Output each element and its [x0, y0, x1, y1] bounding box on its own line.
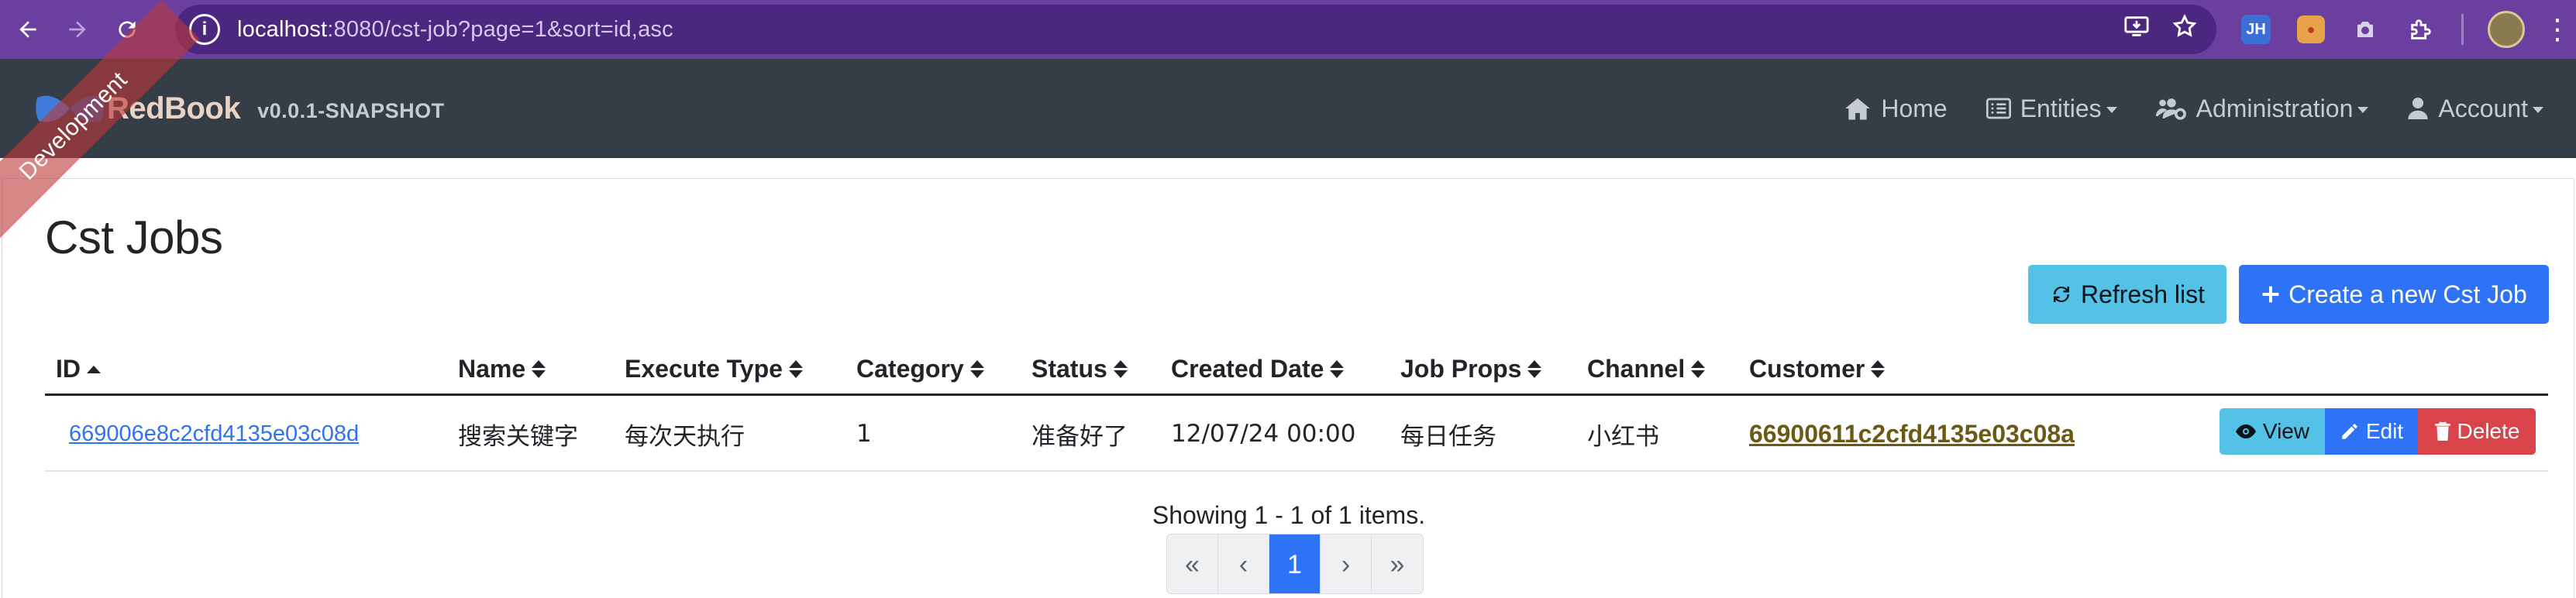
nav-entities[interactable]: Entities: [1985, 94, 2117, 123]
eye-icon: [2235, 424, 2257, 439]
forward-button[interactable]: [56, 8, 99, 51]
refresh-list-button[interactable]: Refresh list: [2028, 265, 2226, 324]
trash-icon: [2434, 421, 2451, 442]
nav-account-label: Account: [2438, 94, 2528, 122]
view-label: View: [2262, 419, 2310, 443]
home-icon: [1844, 96, 1872, 121]
sort-icon: [788, 360, 803, 378]
sort-icon: [1871, 360, 1886, 378]
redbook-extension-icon[interactable]: ●: [2297, 15, 2325, 43]
user-icon: [2407, 96, 2429, 121]
profile-avatar[interactable]: [2488, 11, 2525, 48]
plus-icon: [2261, 284, 2281, 304]
extensions-puzzle-icon[interactable]: [2399, 8, 2443, 51]
sync-icon: [2050, 283, 2073, 306]
column-header-status[interactable]: Status: [1031, 355, 1128, 383]
cell-execute-type: 每次天执行: [625, 422, 745, 451]
install-app-icon[interactable]: [2123, 13, 2150, 46]
sort-icon: [1527, 360, 1542, 378]
pagination-page-1[interactable]: 1: [1269, 534, 1321, 593]
main-content: Cst Jobs Refresh list Create a new Cst J…: [2, 178, 2574, 598]
nav-administration-label: Administration: [2195, 94, 2354, 122]
column-header-customer[interactable]: Customer: [1749, 355, 1886, 383]
version-label: v0.0.1-SNAPSHOT: [257, 98, 445, 122]
sort-icon: [1113, 360, 1128, 378]
pagination-first[interactable]: «: [1167, 534, 1218, 593]
table-row: 669006e8c2cfd4135e03c08d 搜索关键字 每次天执行 1 准…: [45, 396, 2548, 472]
column-header-channel[interactable]: Channel: [1587, 355, 1706, 383]
browser-menu-icon[interactable]: ⋮: [2543, 11, 2571, 48]
cell-category: 1: [856, 420, 872, 448]
edit-label: Edit: [2365, 419, 2404, 443]
arrow-left-icon: [19, 21, 36, 38]
column-header-name[interactable]: Name: [458, 355, 546, 383]
column-header-created-date[interactable]: Created Date: [1171, 355, 1345, 383]
cell-customer-link[interactable]: 66900611c2cfd4135e03c08a: [1749, 396, 2075, 472]
nav-home-label: Home: [1881, 94, 1947, 122]
delete-label: Delete: [2457, 419, 2520, 443]
sort-icon: [1330, 360, 1345, 378]
sort-asc-icon: [87, 365, 101, 373]
edit-button[interactable]: Edit: [2325, 408, 2418, 455]
sort-icon: [1691, 360, 1706, 378]
row-actions: View Edit Delete: [2220, 408, 2536, 455]
list-icon: [1985, 98, 2011, 119]
cell-id-link[interactable]: 669006e8c2cfd4135e03c08d: [69, 396, 359, 472]
nav-home[interactable]: Home: [1844, 95, 1947, 123]
cell-name: 搜索关键字: [458, 422, 578, 451]
nav-entities-label: Entities: [2020, 94, 2102, 122]
delete-button[interactable]: Delete: [2418, 408, 2536, 455]
jhipster-extension-icon[interactable]: JH: [2241, 15, 2271, 44]
arrow-right-icon: [69, 21, 86, 38]
items-summary: Showing 1 - 1 of 1 items.: [1152, 501, 1426, 529]
address-bar[interactable]: i localhost:8080/cst-job?page=1&sort=id,…: [175, 5, 2216, 54]
column-header-category[interactable]: Category: [856, 355, 984, 383]
create-cst-job-button[interactable]: Create a new Cst Job: [2239, 265, 2549, 324]
chevron-down-icon: [2533, 107, 2543, 113]
pagination: « ‹ 1 › »: [1166, 534, 1424, 594]
chevron-down-icon: [2357, 107, 2369, 113]
nav-administration[interactable]: Administration: [2155, 94, 2369, 123]
refresh-list-label: Refresh list: [2080, 280, 2206, 308]
cell-job-props: 每日任务: [1400, 422, 1496, 451]
view-button[interactable]: View: [2220, 408, 2325, 455]
create-cst-job-label: Create a new Cst Job: [2288, 280, 2527, 308]
bookmark-star-icon[interactable]: [2171, 13, 2198, 46]
back-button[interactable]: [6, 8, 50, 51]
column-header-execute-type[interactable]: Execute Type: [625, 355, 803, 383]
cell-created-date: 12/07/24 00:00: [1171, 420, 1356, 448]
app-navbar: RedBook v0.0.1-SNAPSHOT Home Entities Ad…: [0, 59, 2576, 158]
sort-icon: [532, 360, 546, 378]
pencil-icon: [2340, 421, 2360, 442]
pagination-last[interactable]: »: [1372, 534, 1423, 593]
cell-status: 准备好了: [1031, 422, 1128, 451]
table-header: ID Name Execute Type Category Status Cre…: [45, 345, 2548, 396]
pagination-prev[interactable]: ‹: [1218, 534, 1269, 593]
pagination-next[interactable]: ›: [1321, 534, 1372, 593]
chevron-down-icon: [2106, 107, 2117, 113]
sort-icon: [969, 360, 984, 378]
camera-extension-icon[interactable]: [2344, 8, 2387, 51]
page-title: Cst Jobs: [45, 211, 223, 263]
nav-account[interactable]: Account: [2407, 95, 2543, 123]
cell-channel: 小红书: [1587, 422, 1659, 451]
browser-toolbar: i localhost:8080/cst-job?page=1&sort=id,…: [0, 0, 2576, 59]
url-text[interactable]: localhost:8080/cst-job?page=1&sort=id,as…: [237, 17, 673, 43]
toolbar-separator: [2461, 14, 2464, 45]
column-header-id[interactable]: ID: [56, 355, 101, 383]
column-header-job-props[interactable]: Job Props: [1400, 355, 1542, 383]
users-cog-icon: [2155, 97, 2187, 120]
